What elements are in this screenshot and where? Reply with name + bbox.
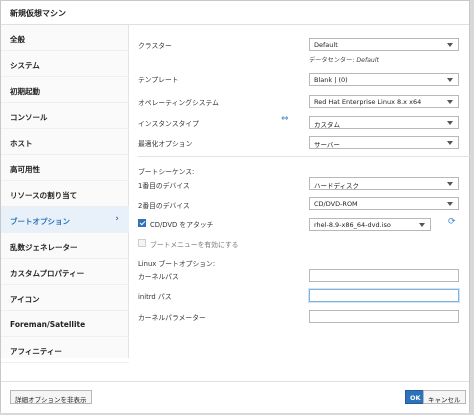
dialog-title: 新規仮想マシン [1,1,469,25]
sidebar-item-random-generator[interactable]: 乱数ジェネレーター [1,233,129,259]
chevron-right-icon: › [115,214,119,224]
template-label: テンプレート [138,76,179,84]
sidebar-item-icon[interactable]: アイコン [1,285,129,311]
first-device-label: 1番目のデバイス [138,182,190,190]
initrd-path-input[interactable] [309,289,459,302]
second-device-label: 2番目のデバイス [138,202,190,210]
attach-cd-label: CD/DVD をアタッチ [150,221,214,229]
sidebar-item-high-availability[interactable]: 高可用性 [1,155,129,181]
linux-boot-title: Linux ブートオプション: [138,260,216,268]
kernel-path-input[interactable] [309,269,459,282]
sidebar-item-label: 乱数ジェネレーター [10,243,78,252]
sidebar-item-label: コンソール [10,113,48,122]
boot-menu-checkbox[interactable] [138,239,146,247]
sidebar-item-label: Foreman/Satellite [10,320,86,329]
optimization-select[interactable]: サーバー [309,136,459,149]
datacenter-note-value: Default [356,57,379,64]
iso-select[interactable]: rhel-8.9-x86_64-dvd.iso [309,218,431,231]
sidebar-item-label: システム [10,61,40,70]
sidebar-item-boot-options[interactable]: ブートオプション › [1,207,129,233]
attach-cd-checkbox[interactable] [138,219,146,227]
boot-menu-label: ブートメニューを有効にする [150,241,239,249]
sidebar-item-label: ホスト [10,139,33,148]
sidebar-item-label: アフィニティー [10,347,62,356]
new-vm-dialog: 新規仮想マシン 全般 システム 初期起動 コンソール ホスト 高可用性 リソース… [0,0,471,413]
sidebar-item-label: アイコン [10,295,40,304]
boot-sequence-title: ブートシーケンス: [138,168,195,176]
cluster-select[interactable]: Default [309,38,459,51]
hide-advanced-button[interactable]: 詳細オプションを非表示 [10,390,92,404]
sidebar-item-affinity[interactable]: アフィニティー [1,337,129,363]
sidebar-item-label: カスタムプロパティー [10,269,85,278]
sidebar-item-system[interactable]: システム [1,51,129,77]
instance-type-label: インスタンスタイプ [138,120,199,128]
second-device-select[interactable]: CD/DVD-ROM [309,197,459,210]
divider [138,156,471,157]
initrd-path-label: initrd パス [138,293,172,301]
sidebar-item-label: リソースの割り当て [10,191,78,200]
sidebar-item-custom-properties[interactable]: カスタムプロパティー [1,259,129,285]
sidebar-item-label: ブートオプション [10,217,70,226]
sidebar-item-console[interactable]: コンソール [1,103,129,129]
sidebar-item-foreman-satellite[interactable]: Foreman/Satellite [1,311,129,337]
kernel-params-input[interactable] [309,310,459,323]
sidebar-item-initial-run[interactable]: 初期起動 [1,77,129,103]
os-select[interactable]: Red Hat Enterprise Linux 8.x x64 [309,95,459,108]
datacenter-note-label: データセンター: [309,57,357,64]
link-icon[interactable]: ⇔ [281,114,289,124]
sidebar-item-label: 高可用性 [10,165,40,174]
cancel-button[interactable]: キャンセル [423,390,466,404]
kernel-params-label: カーネルパラメーター [138,314,206,322]
sidebar-item-general[interactable]: 全般 [1,25,129,51]
refresh-icon[interactable]: ⟳ [448,217,456,227]
kernel-path-label: カーネルパス [138,273,179,281]
sidebar-item-label: 全般 [10,35,25,44]
sidebar-item-resource-allocation[interactable]: リソースの割り当て [1,181,129,207]
sidebar: 全般 システム 初期起動 コンソール ホスト 高可用性 リソースの割り当て ブー… [1,25,129,363]
datacenter-note: データセンター: Default [309,55,379,64]
sidebar-item-label: 初期起動 [10,87,40,96]
sidebar-item-host[interactable]: ホスト [1,129,129,155]
instance-type-select[interactable]: カスタム [309,116,459,129]
dialog-footer: 詳細オプションを非表示 OK キャンセル [1,381,469,413]
optimization-label: 最適化オプション [138,140,193,148]
cluster-label: クラスター [138,42,172,50]
os-label: オペレーティングシステム [138,99,219,107]
first-device-select[interactable]: ハードディスク [309,177,459,190]
template-select[interactable]: Blank | (0) [309,73,459,86]
